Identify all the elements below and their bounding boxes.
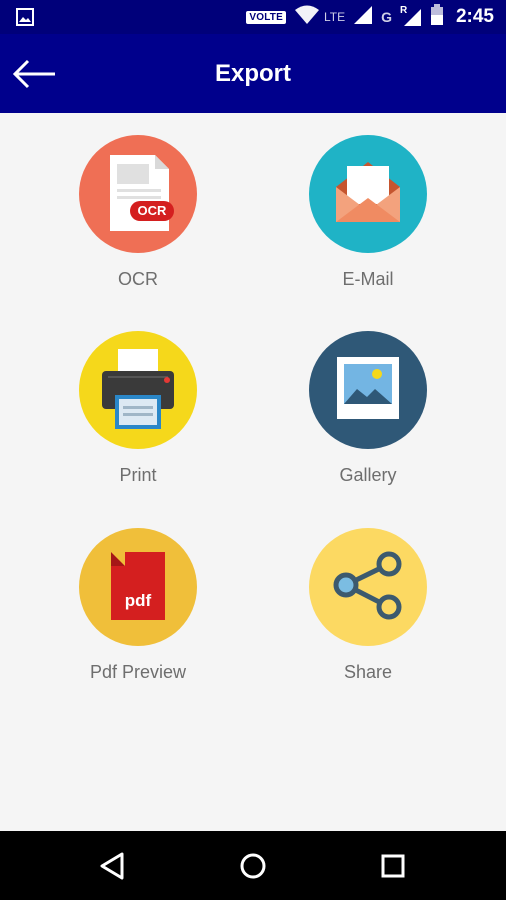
pdf-preview-label: Pdf Preview bbox=[89, 662, 187, 682]
ocr-document-icon: OCR bbox=[79, 135, 197, 253]
roaming-signal-icon: R bbox=[400, 5, 422, 27]
app-bar: Export bbox=[0, 34, 506, 113]
ocr-option[interactable]: OCR OCR bbox=[58, 135, 218, 290]
share-option[interactable]: Share bbox=[288, 528, 448, 683]
print-label: Print bbox=[119, 465, 157, 485]
nav-back-button[interactable] bbox=[94, 849, 134, 883]
system-navigation-bar bbox=[0, 831, 506, 900]
status-bar: VOLTE LTE G R 2:45 bbox=[0, 0, 506, 34]
nav-recents-button[interactable] bbox=[373, 849, 413, 883]
pdf-preview-option[interactable]: pdf Pdf Preview bbox=[58, 528, 218, 683]
network-type: LTE bbox=[323, 10, 346, 24]
wifi-icon bbox=[294, 5, 320, 30]
share-icon bbox=[309, 528, 427, 646]
pdf-file-icon: pdf bbox=[79, 528, 197, 646]
gallery-option[interactable]: Gallery bbox=[288, 331, 448, 486]
gallery-label: Gallery bbox=[339, 465, 397, 485]
signal-icon bbox=[353, 5, 373, 30]
second-network-type: G bbox=[381, 9, 392, 25]
square-recents-icon bbox=[373, 854, 413, 887]
export-options-grid: OCR OCR E-Mail Print Gallery pdf Pdf Pre… bbox=[0, 113, 506, 831]
image-notification-icon bbox=[16, 8, 34, 26]
email-envelope-icon bbox=[309, 135, 427, 253]
battery-icon bbox=[430, 3, 444, 31]
print-option[interactable]: Print bbox=[58, 331, 218, 486]
email-label: E-Mail bbox=[342, 269, 394, 289]
share-label: Share bbox=[343, 662, 393, 682]
triangle-back-icon bbox=[94, 852, 134, 887]
ocr-badge-text: OCR bbox=[137, 203, 167, 218]
circle-home-icon bbox=[233, 853, 273, 887]
printer-icon bbox=[79, 331, 197, 449]
email-option[interactable]: E-Mail bbox=[288, 135, 448, 290]
nav-home-button[interactable] bbox=[233, 849, 273, 883]
pdf-badge-text: pdf bbox=[124, 591, 152, 610]
gallery-picture-icon bbox=[309, 331, 427, 449]
volte-badge: VOLTE bbox=[246, 10, 286, 24]
ocr-label: OCR bbox=[118, 269, 158, 289]
page-title: Export bbox=[214, 60, 291, 87]
clock: 2:45 bbox=[455, 6, 494, 27]
